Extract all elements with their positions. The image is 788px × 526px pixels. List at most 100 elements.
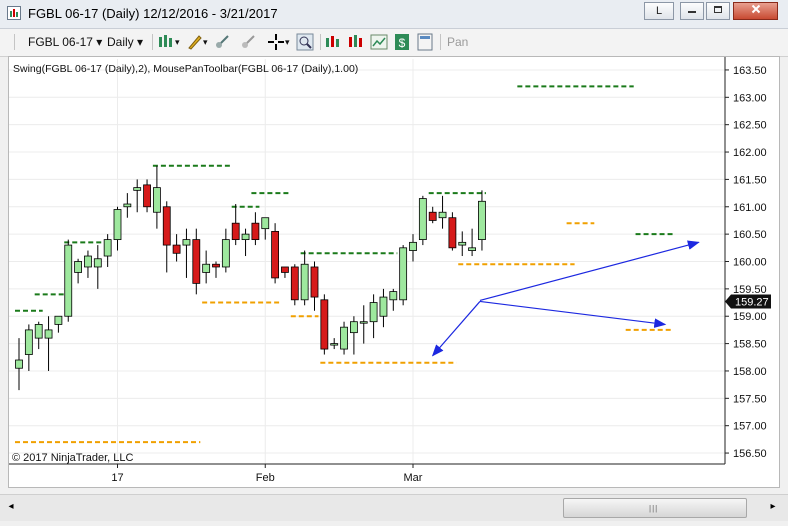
candle-up <box>409 241 417 251</box>
candle-up <box>379 296 388 317</box>
candle-up <box>399 247 408 301</box>
horizontal-scrollbar[interactable]: ◂ ||| ▸ <box>0 494 788 521</box>
candle-up <box>359 321 368 324</box>
toolbar-separator <box>152 34 153 50</box>
x-tick-label: Mar <box>404 472 423 484</box>
zoom-icon[interactable] <box>296 33 314 51</box>
strategies-icon[interactable] <box>347 33 365 51</box>
close-button[interactable] <box>733 2 778 20</box>
candle-up <box>458 241 467 246</box>
candle-up <box>340 326 348 350</box>
y-tick-label: 157.00 <box>733 421 767 433</box>
indicators-icon[interactable] <box>324 33 342 51</box>
candle-up <box>44 329 53 339</box>
y-tick-label: 163.00 <box>733 92 767 104</box>
candle-down <box>320 299 329 350</box>
candle-up <box>369 302 378 323</box>
candle-up <box>24 329 33 355</box>
candle-up <box>133 187 142 191</box>
last-price-label: 159.27 <box>735 296 769 308</box>
candle-up <box>300 263 309 301</box>
candle-down <box>428 211 437 221</box>
y-tick-label: 158.00 <box>733 366 767 378</box>
price-chart[interactable]: 163.50 163.00 162.50 162.00 161.50 161.00 160.… <box>9 57 779 487</box>
candle-up <box>221 239 230 268</box>
candle-up <box>330 343 339 346</box>
scrollbar-thumb[interactable]: ||| <box>563 498 747 518</box>
data-box-icon[interactable] <box>416 33 434 51</box>
candle-up <box>438 211 447 219</box>
candle-down <box>143 184 151 208</box>
close-icon <box>751 4 760 14</box>
instrument-label: FGBL 06-17 <box>28 35 93 49</box>
candle-up <box>478 200 486 241</box>
chart-panel: 163.50 163.00 162.50 162.00 161.50 161.00 160.… <box>8 56 780 488</box>
candle-up <box>241 233 250 241</box>
candle-down <box>212 263 220 268</box>
window-title: FGBL 06-17 (Daily) 12/12/2016 - 3/21/201… <box>28 6 278 21</box>
window-titlebar: FGBL 06-17 (Daily) 12/12/2016 - 3/21/201… <box>0 0 788 29</box>
y-tick-label: 159.00 <box>733 311 767 323</box>
candle-down <box>172 244 181 254</box>
candle-up <box>182 239 191 246</box>
y-tick-label: 162.50 <box>733 120 767 132</box>
y-tick-label: 160.00 <box>733 257 767 269</box>
candle-up <box>54 315 63 325</box>
annotation-arrow <box>479 300 667 328</box>
instrument-selector[interactable]: FGBL 06-17 ▾ <box>28 33 102 51</box>
candle-down <box>271 230 280 279</box>
chart-toolbar: FGBL 06-17 ▾ Daily ▾ ▾ ▾ ▾ $ Pan <box>0 29 788 57</box>
chart-properties-icon[interactable] <box>370 33 388 51</box>
candle-up <box>389 291 398 301</box>
period-label: Daily <box>107 35 134 49</box>
toolbar-grip <box>14 34 15 50</box>
candle-down <box>251 222 260 241</box>
y-tick-label: 161.00 <box>733 202 767 214</box>
y-tick-label: 158.50 <box>733 339 767 351</box>
link-button[interactable]: L <box>644 2 674 20</box>
candle-down <box>281 266 289 273</box>
restore-icon <box>714 6 722 13</box>
global-draw-icon[interactable] <box>239 33 257 51</box>
scroll-right-arrow[interactable]: ▸ <box>766 501 780 515</box>
candle-up <box>349 321 358 334</box>
candle-up <box>152 187 161 213</box>
candle-down <box>310 266 319 298</box>
y-tick-label: 163.50 <box>733 65 767 77</box>
candle-up <box>418 198 427 241</box>
candle-up <box>84 255 92 268</box>
candle-down <box>448 217 457 249</box>
toolbar-separator <box>440 34 441 50</box>
pan-button[interactable]: Pan <box>447 33 468 51</box>
drawing-tool-dropdown-icon[interactable]: ▾ <box>203 33 208 51</box>
candle-up <box>103 239 112 257</box>
scroll-left-arrow[interactable]: ◂ <box>4 501 18 515</box>
y-tick-label: 161.50 <box>733 174 767 186</box>
bar-style-icon[interactable] <box>157 33 175 51</box>
minimize-button[interactable] <box>680 2 704 20</box>
minimize-icon <box>688 11 696 13</box>
svg-text:$: $ <box>399 36 406 50</box>
candle-up <box>74 261 82 273</box>
candle-down <box>231 222 240 241</box>
crosshair-dropdown-icon[interactable]: ▾ <box>285 33 290 51</box>
bar-style-dropdown-icon[interactable]: ▾ <box>175 33 180 51</box>
candle-down <box>290 266 299 301</box>
y-tick-label: 162.00 <box>733 147 767 159</box>
snap-tool-icon[interactable] <box>213 33 231 51</box>
x-tick-label: 17 <box>111 472 123 484</box>
restore-button[interactable] <box>706 2 730 20</box>
candle-up <box>113 209 122 241</box>
period-selector[interactable]: Daily ▾ <box>107 33 143 51</box>
chart-app-icon <box>7 6 21 20</box>
candle-up <box>64 244 73 317</box>
drawing-tool-icon[interactable] <box>186 33 204 51</box>
copyright-label: © 2017 NinjaTrader, LLC <box>12 452 133 464</box>
candle-up <box>93 258 102 268</box>
y-tick-label: 160.50 <box>733 229 767 241</box>
y-tick-label: 156.50 <box>733 448 767 460</box>
orders-icon[interactable]: $ <box>393 33 411 51</box>
crosshair-icon[interactable] <box>267 33 285 51</box>
candle-down <box>192 239 201 284</box>
candle-down <box>162 206 171 246</box>
